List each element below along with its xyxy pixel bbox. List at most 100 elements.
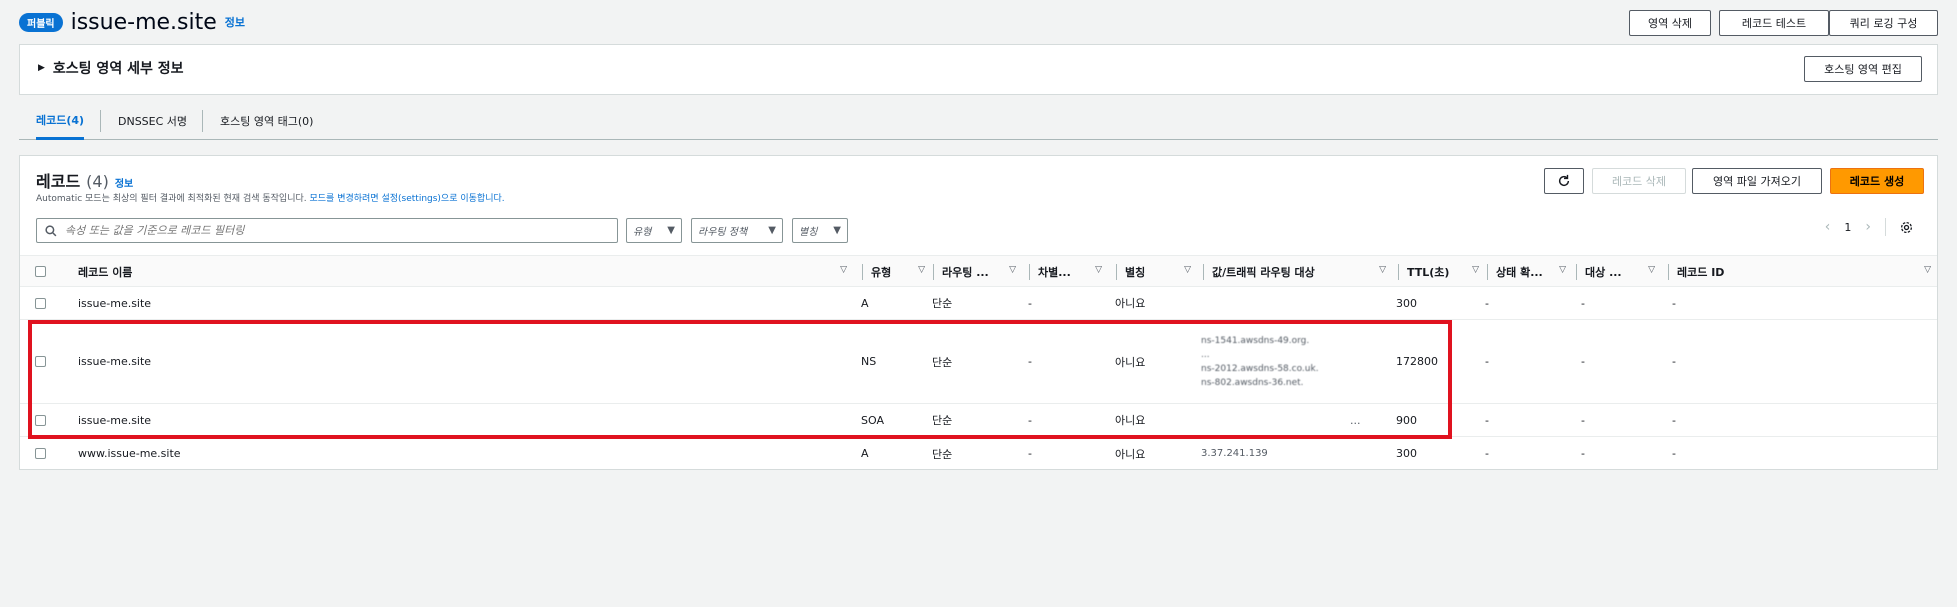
column-divider: [862, 264, 863, 280]
record-type: SOA: [861, 413, 884, 427]
record-type: A: [861, 447, 869, 460]
search-input[interactable]: [65, 224, 585, 237]
record-id: -: [1672, 355, 1676, 368]
record-differentiator: -: [1028, 413, 1032, 427]
column-divider: [1116, 264, 1117, 280]
record-name: issue-me.site: [78, 355, 152, 368]
record-ttl: 172800: [1396, 355, 1438, 368]
edit-hosted-zone-button[interactable]: 호스팅 영역 편집: [1804, 56, 1922, 82]
record-differentiator: -: [1028, 355, 1032, 368]
public-badge: 퍼블릭: [19, 12, 63, 32]
record-type: NS: [861, 355, 877, 368]
sort-icon: ▽: [1559, 265, 1566, 275]
tab-hosted-zone-tags[interactable]: 호스팅 영역 태그(0): [220, 102, 313, 140]
record-differentiator: -: [1028, 296, 1032, 310]
column-divider: [933, 264, 934, 280]
sort-icon: ▽: [1472, 265, 1479, 275]
caret-down-icon: ▼: [768, 225, 776, 236]
table-row[interactable]: www.issue-me.site A 단순 - 아니요 3.37.241.13…: [20, 437, 1937, 470]
hosted-zone-details-panel: ▶ 호스팅 영역 세부 정보 호스팅 영역 편집: [19, 44, 1938, 95]
record-value: ...: [1350, 413, 1361, 427]
delete-zone-button[interactable]: 영역 삭제: [1629, 10, 1711, 36]
tab-divider: [100, 110, 101, 132]
column-header-ttl[interactable]: TTL(초) ▽: [1407, 256, 1485, 288]
column-divider: [1576, 264, 1577, 280]
column-header-health[interactable]: 상태 확... ▽: [1496, 256, 1572, 288]
row-checkbox[interactable]: [35, 448, 46, 459]
row-checkbox[interactable]: [35, 415, 46, 426]
record-alias: 아니요: [1115, 355, 1146, 369]
page-number[interactable]: 1: [1844, 221, 1851, 234]
column-divider: [1029, 264, 1030, 280]
alias-filter-label: 별칭: [799, 227, 818, 238]
column-header-name[interactable]: 레코드 이름 ▽: [78, 256, 853, 288]
refresh-button[interactable]: [1544, 168, 1584, 194]
caret-down-icon: ▼: [833, 225, 841, 236]
select-all-checkbox[interactable]: [35, 266, 46, 277]
column-header-differentiator[interactable]: 차별... ▽: [1038, 256, 1108, 288]
record-health: -: [1485, 355, 1489, 368]
record-target: -: [1581, 296, 1585, 310]
column-header-target[interactable]: 대상 ... ▽: [1585, 256, 1661, 288]
details-toggle[interactable]: ▶ 호스팅 영역 세부 정보: [38, 58, 183, 78]
column-header-record-id[interactable]: 레코드 ID ▽: [1677, 256, 1937, 288]
record-health: -: [1485, 296, 1489, 310]
table-row[interactable]: issue-me.site SOA 단순 - 아니요 ... 900 - - -: [20, 404, 1937, 437]
tab-dnssec[interactable]: DNSSEC 서명: [118, 102, 187, 140]
row-checkbox[interactable]: [35, 298, 46, 309]
sort-icon: ▽: [918, 265, 925, 275]
record-name: www.issue-me.site: [78, 447, 181, 460]
tab-records[interactable]: 레코드(4): [36, 102, 85, 140]
record-name: issue-me.site: [78, 413, 152, 427]
delete-record-button[interactable]: 레코드 삭제: [1592, 168, 1686, 194]
column-divider: [1668, 264, 1669, 280]
record-routing: 단순: [932, 297, 953, 310]
record-routing: 단순: [932, 414, 953, 427]
sort-icon: ▽: [1009, 265, 1016, 275]
table-row[interactable]: issue-me.site A 단순 - 아니요 300 - - -: [20, 287, 1937, 320]
row-checkbox[interactable]: [35, 356, 46, 367]
record-routing: 단순: [932, 447, 953, 461]
record-routing: 단순: [932, 355, 953, 369]
test-record-button[interactable]: 레코드 테스트: [1719, 10, 1829, 36]
chevron-left-icon[interactable]: ‹: [1825, 219, 1831, 235]
column-header-routing[interactable]: 라우팅 ... ▽: [942, 256, 1022, 288]
record-ttl: 300: [1396, 296, 1417, 310]
info-link[interactable]: 정보: [225, 14, 245, 30]
ns-value: ns-1541.awsdns-49.org.: [1201, 335, 1310, 346]
sort-icon: ▽: [1924, 265, 1931, 275]
record-name: issue-me.site: [78, 296, 152, 310]
sort-icon: ▽: [1379, 265, 1386, 275]
record-id: -: [1672, 413, 1676, 427]
import-zone-file-button[interactable]: 영역 파일 가져오기: [1692, 168, 1822, 194]
record-alias: 아니요: [1115, 297, 1146, 310]
type-filter-label: 유형: [633, 227, 652, 238]
record-filter-search[interactable]: [36, 218, 618, 243]
record-ttl: 900: [1396, 413, 1417, 427]
caret-down-icon: ▼: [667, 225, 675, 236]
sort-icon: ▽: [1184, 265, 1191, 275]
record-health: -: [1485, 447, 1489, 460]
create-record-button[interactable]: 레코드 생성: [1830, 168, 1924, 194]
table-row[interactable]: issue-me.site NS 단순 - 아니요 ns-1541.awsdns…: [20, 320, 1937, 404]
alias-filter-select[interactable]: 별칭 ▼: [792, 218, 848, 243]
ns-value: ns-2012.awsdns-58.co.uk.: [1201, 363, 1319, 374]
tab-divider: [202, 110, 203, 132]
records-panel: 레코드 (4) 정보 Automatic 모드는 최상의 필터 결과에 최적화된…: [19, 155, 1938, 470]
routing-policy-filter-select[interactable]: 라우팅 정책 ▼: [691, 218, 783, 243]
type-filter-select[interactable]: 유형 ▼: [626, 218, 682, 243]
column-header-value[interactable]: 값/트래픽 라우팅 대상 ▽: [1212, 256, 1392, 288]
column-header-type[interactable]: 유형 ▽: [871, 256, 931, 288]
query-logging-button[interactable]: 쿼리 로깅 구성: [1829, 10, 1938, 36]
record-alias: 아니요: [1115, 447, 1146, 461]
gear-icon[interactable]: [1900, 221, 1913, 234]
record-differentiator: -: [1028, 447, 1032, 460]
sort-icon: ▽: [1648, 265, 1655, 275]
record-id: -: [1672, 296, 1676, 310]
settings-link[interactable]: 모드를 변경하려면 설정(settings)으로 이동합니다.: [310, 194, 505, 204]
column-header-alias[interactable]: 별칭 ▽: [1125, 256, 1197, 288]
chevron-right-icon[interactable]: ›: [1865, 219, 1871, 235]
record-value-list: ns-1541.awsdns-49.org. ... ns-2012.awsdn…: [1201, 320, 1319, 403]
table-header: 레코드 이름 ▽ 유형 ▽ 라우팅 ... ▽ 차별... ▽ 별칭 ▽ 값/트래픽 라우…: [20, 255, 1937, 287]
records-info-link[interactable]: 정보: [115, 175, 133, 190]
